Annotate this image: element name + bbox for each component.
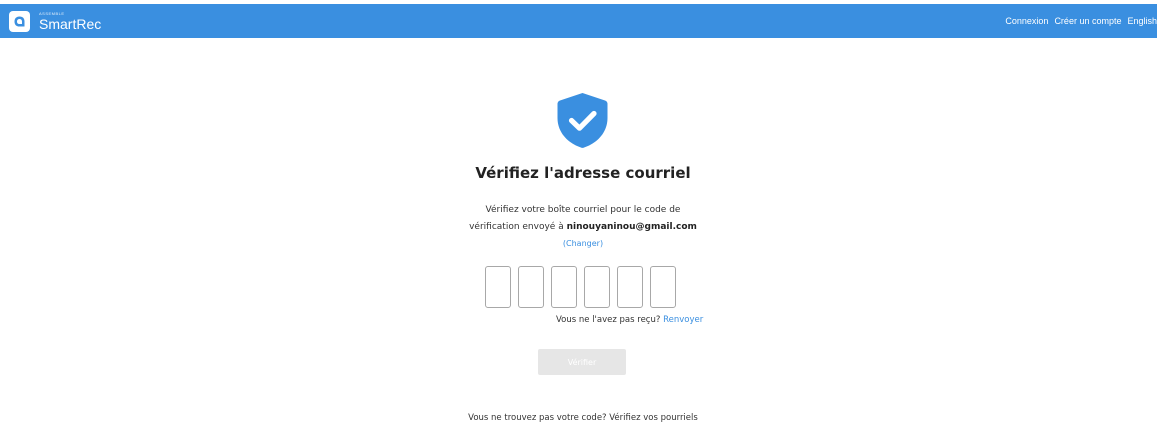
resend-link[interactable]: Renvoyer xyxy=(663,315,703,325)
brand-super-label: ASSEMBLE xyxy=(39,10,65,16)
header-nav: Connexion Créer un compte English xyxy=(999,16,1157,26)
login-link[interactable]: Connexion xyxy=(1005,16,1048,26)
code-digit-2[interactable] xyxy=(518,266,544,308)
description-prefix: vérification envoyé à xyxy=(469,222,564,232)
email-address: ninouyaninou@gmail.com xyxy=(566,222,697,232)
change-email-link[interactable]: (Changer) xyxy=(0,239,1157,248)
description-line-2: vérification envoyé à ninouyaninou@gmail… xyxy=(0,219,1157,236)
code-digit-4[interactable] xyxy=(584,266,610,308)
top-navbar: ASSEMBLE SmartRec Connexion Créer un com… xyxy=(0,4,1157,38)
brand-logo[interactable]: ASSEMBLE SmartRec xyxy=(9,10,102,32)
code-digit-5[interactable] xyxy=(617,266,643,308)
language-toggle-link[interactable]: English xyxy=(1127,16,1157,26)
verification-description: Vérifiez votre boîte courriel pour le co… xyxy=(0,202,1157,236)
brand-name: SmartRec xyxy=(39,15,102,32)
code-digit-6[interactable] xyxy=(650,266,676,308)
page-title: Vérifiez l'adresse courriel xyxy=(475,164,691,182)
description-line-1: Vérifiez votre boîte courriel pour le co… xyxy=(485,205,681,215)
resend-prompt: Vous ne l'avez pas reçu? xyxy=(556,315,661,325)
spam-hint: Vous ne trouvez pas votre code? Vérifiez… xyxy=(468,413,698,423)
verification-code-inputs xyxy=(485,266,683,308)
signup-link[interactable]: Créer un compte xyxy=(1054,16,1121,26)
code-digit-1[interactable] xyxy=(485,266,511,308)
app-logo-icon xyxy=(9,10,30,32)
resend-row: Vous ne l'avez pas reçu? Renvoyer xyxy=(556,315,703,325)
shield-check-icon xyxy=(557,93,608,148)
code-digit-3[interactable] xyxy=(551,266,577,308)
verify-button[interactable]: Vérifier xyxy=(538,349,626,375)
